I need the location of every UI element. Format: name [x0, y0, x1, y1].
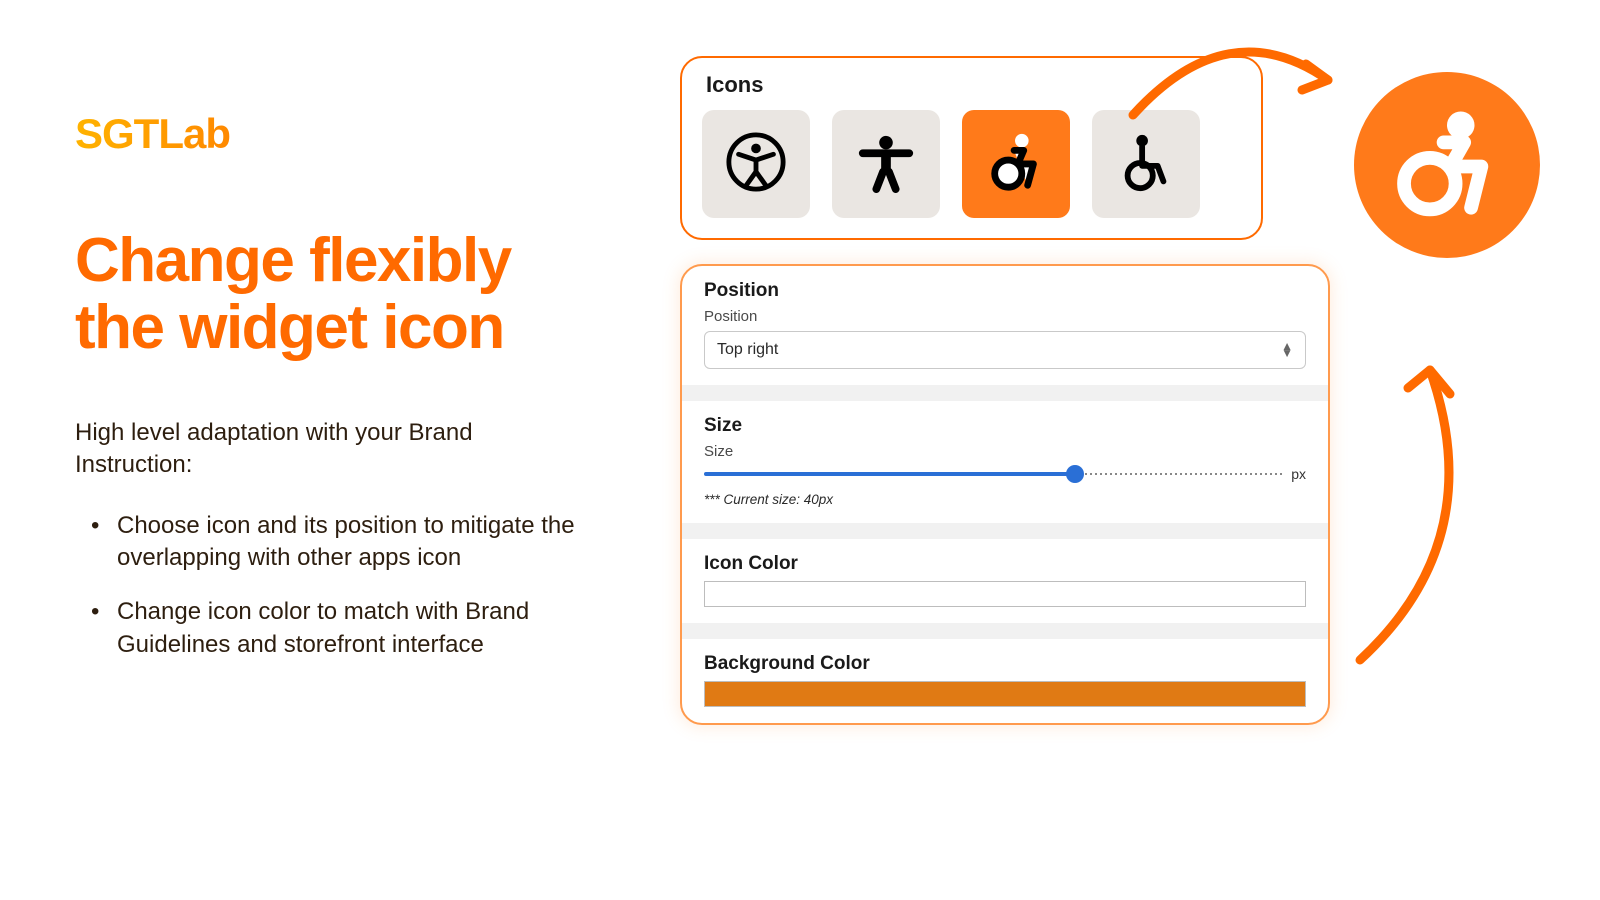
background-color-section: Background Color	[682, 639, 1328, 723]
size-slider[interactable]	[704, 471, 1283, 477]
size-current-note: *** Current size: 40px	[704, 492, 1306, 507]
position-section: Position Position Top right ▲▼	[682, 266, 1328, 385]
feature-bullet: Choose icon and its position to mitigate…	[117, 510, 595, 575]
widget-settings-panel: Position Position Top right ▲▼ Size Size…	[680, 264, 1330, 725]
accessibility-wheelchair-motion-icon	[1392, 108, 1502, 223]
position-select[interactable]: Top right ▲▼	[704, 331, 1306, 369]
widget-preview-badge	[1354, 72, 1540, 258]
section-divider	[682, 385, 1328, 401]
background-color-section-title: Background Color	[704, 653, 1306, 675]
page-subheadline: High level adaptation with your Brand In…	[75, 417, 595, 482]
section-divider	[682, 623, 1328, 639]
brand-logo: SGTLab	[75, 110, 595, 158]
icon-color-picker[interactable]	[704, 581, 1306, 607]
position-select-value: Top right	[717, 341, 778, 358]
size-unit-label: px	[1291, 466, 1306, 482]
icon-option-person[interactable]	[832, 110, 940, 218]
icon-option-wheelchair-motion[interactable]	[962, 110, 1070, 218]
decorative-arrow-icon	[1118, 20, 1358, 140]
decorative-arrow-icon	[1340, 340, 1490, 670]
select-updown-icon: ▲▼	[1281, 343, 1293, 357]
icon-color-section: Icon Color	[682, 539, 1328, 623]
accessibility-wheelchair-icon	[1115, 131, 1177, 198]
accessibility-wheelchair-motion-icon	[985, 131, 1047, 198]
icon-option-universal[interactable]	[702, 110, 810, 218]
accessibility-person-icon	[855, 131, 917, 198]
slider-thumb[interactable]	[1066, 465, 1084, 483]
position-field-label: Position	[704, 308, 1306, 325]
accessibility-universal-icon	[725, 131, 787, 198]
size-section-title: Size	[704, 415, 1306, 437]
background-color-picker[interactable]	[704, 681, 1306, 707]
slider-fill	[704, 472, 1075, 476]
page-headline: Change flexibly the widget icon	[75, 228, 595, 362]
section-divider	[682, 523, 1328, 539]
feature-bullet: Change icon color to match with Brand Gu…	[117, 596, 595, 661]
position-section-title: Position	[704, 280, 1306, 302]
size-field-label: Size	[704, 443, 1306, 460]
feature-bullet-list: Choose icon and its position to mitigate…	[75, 510, 595, 662]
icon-color-section-title: Icon Color	[704, 553, 1306, 575]
size-section: Size Size px *** Current size: 40px	[682, 401, 1328, 523]
slider-rest	[1075, 473, 1284, 475]
